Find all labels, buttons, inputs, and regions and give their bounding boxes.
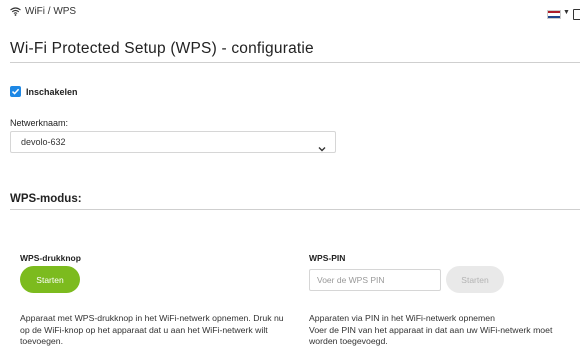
wps-pin-description-line1: Apparaten via PIN in het WiFi-netwerk op… bbox=[309, 313, 495, 323]
push-button-start-button[interactable]: Starten bbox=[20, 266, 80, 293]
wps-pin-start-button[interactable]: Starten bbox=[446, 266, 504, 293]
wps-pin-title: WPS-PIN bbox=[309, 253, 346, 263]
flag-stripe-blue bbox=[548, 15, 560, 18]
push-button-description: Apparaat met WPS-drukknop in het WiFi-ne… bbox=[20, 313, 284, 346]
top-bar: WiFi / WPS ▼ bbox=[0, 0, 580, 26]
network-name-label: Netwerknaam: bbox=[10, 118, 69, 128]
breadcrumb-text[interactable]: WiFi / WPS bbox=[25, 6, 76, 17]
wps-pin-input[interactable] bbox=[309, 269, 441, 291]
enable-label: Inschakelen bbox=[26, 86, 78, 97]
divider bbox=[10, 62, 580, 63]
chevron-down-icon bbox=[318, 139, 326, 157]
chevron-down-icon[interactable]: ▼ bbox=[563, 9, 570, 16]
network-name-select[interactable]: devolo-632 bbox=[10, 131, 336, 153]
divider bbox=[10, 209, 580, 210]
push-button-title: WPS-drukknop bbox=[20, 253, 81, 263]
checkbox-checked-icon[interactable] bbox=[10, 86, 21, 97]
breadcrumb: WiFi / WPS bbox=[10, 6, 76, 17]
page-title: Wi-Fi Protected Setup (WPS) - configurat… bbox=[10, 40, 314, 57]
network-name-value: devolo-632 bbox=[21, 137, 66, 147]
wps-pin-description: Apparaten via PIN in het WiFi-netwerk op… bbox=[309, 313, 580, 348]
logout-icon[interactable] bbox=[573, 9, 580, 20]
wifi-icon bbox=[10, 7, 21, 16]
wps-mode-heading: WPS-modus: bbox=[10, 193, 82, 205]
wps-pin-description-line2: Voer de PIN van het apparaat in dat aan … bbox=[309, 324, 553, 347]
enable-checkbox[interactable]: Inschakelen bbox=[10, 86, 78, 97]
language-flag-icon[interactable] bbox=[547, 10, 561, 19]
